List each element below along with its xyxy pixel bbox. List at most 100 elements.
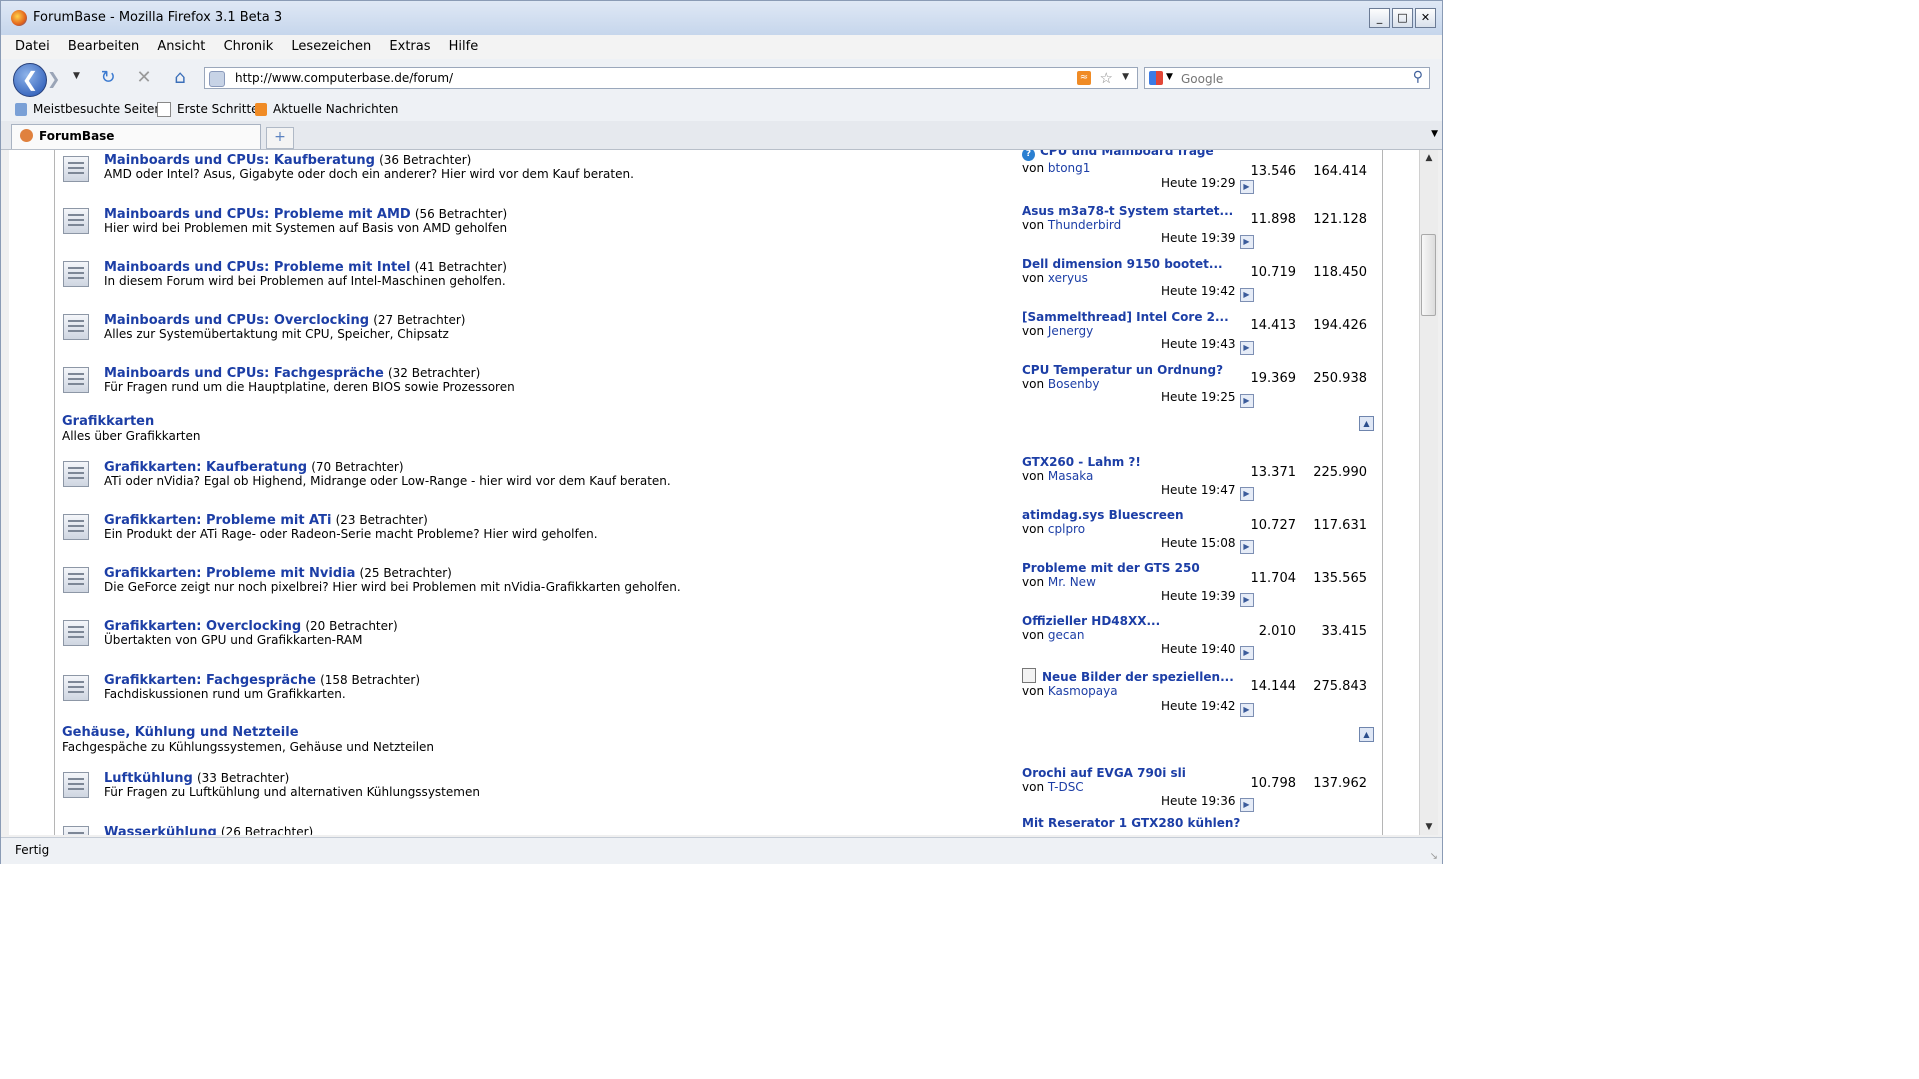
by-label: von <box>1022 377 1045 391</box>
search-icon[interactable]: ⚲ <box>1413 69 1423 85</box>
close-button[interactable]: ✕ <box>1415 8 1436 28</box>
last-post-user[interactable]: Thunderbird <box>1048 218 1121 232</box>
last-post-user[interactable]: btong1 <box>1048 161 1091 175</box>
scrollbar-thumb[interactable] <box>1421 234 1436 316</box>
url-text[interactable]: http://www.computerbase.de/forum/ <box>235 70 453 86</box>
scroll-up-arrow-icon[interactable]: ▲ <box>1420 150 1438 166</box>
last-post-user[interactable]: Mr. New <box>1048 575 1096 589</box>
last-post-user[interactable]: xeryus <box>1048 271 1088 285</box>
search-input[interactable] <box>1179 69 1403 89</box>
forum-status-icon <box>63 314 89 340</box>
search-engine-dropdown-icon[interactable]: ▼ <box>1166 72 1173 82</box>
scroll-down-arrow-icon[interactable]: ▼ <box>1420 819 1438 835</box>
last-post-link[interactable]: atimdag.sys Bluescreen <box>1022 508 1184 522</box>
by-label: von <box>1022 684 1045 698</box>
url-dropdown-icon[interactable]: ▼ <box>1122 72 1129 82</box>
window-title: ForumBase - Mozilla Firefox 3.1 Beta 3 <box>33 10 283 25</box>
history-dropdown-icon[interactable]: ▼ <box>73 71 80 81</box>
resize-grip-icon[interactable]: ↘ <box>1430 851 1438 862</box>
last-post-user[interactable]: Kasmopaya <box>1048 684 1118 698</box>
rss-feed-icon[interactable]: ≈ <box>1077 71 1091 85</box>
last-post-link[interactable]: GTX260 - Lahm ?! <box>1022 455 1141 469</box>
forum-title-link[interactable]: Grafikkarten: Overclocking <box>104 619 301 634</box>
vertical-scrollbar[interactable]: ▲ ▼ <box>1419 150 1438 835</box>
go-to-last-post-icon[interactable]: ▶ <box>1239 540 1254 554</box>
reload-icon[interactable]: ↻ <box>97 67 119 89</box>
forum-title-link[interactable]: Grafikkarten: Fachgespräche <box>104 673 316 688</box>
forum-title-link[interactable]: Grafikkarten: Probleme mit Nvidia <box>104 566 355 581</box>
go-to-last-post-icon[interactable]: ▶ <box>1239 487 1254 501</box>
last-post-link[interactable]: [Sammelthread] Intel Core 2... <box>1022 310 1229 324</box>
forum-title-link[interactable]: Grafikkarten: Probleme mit ATi <box>104 513 331 528</box>
search-bar[interactable]: ▼ ⚲ <box>1144 67 1430 89</box>
go-to-last-post-icon[interactable]: ▶ <box>1239 798 1254 812</box>
menu-datei[interactable]: Datei <box>15 35 50 59</box>
bookmark-erste-schritte[interactable]: Erste Schritte <box>157 101 259 117</box>
viewer-count: (33 Betrachter) <box>196 771 290 785</box>
last-post-link[interactable]: CPU und Mainboard frage <box>1040 150 1214 158</box>
go-to-last-post-icon[interactable]: ▶ <box>1239 180 1254 194</box>
forum-title-link[interactable]: Mainboards und CPUs: Kaufberatung <box>104 153 375 168</box>
go-to-last-post-icon[interactable]: ▶ <box>1239 341 1254 355</box>
last-post-user[interactable]: Bosenby <box>1048 377 1100 391</box>
collapse-category-icon[interactable]: ▲ <box>1359 727 1374 742</box>
last-post-link[interactable]: Neue Bilder der speziellen... <box>1042 670 1234 684</box>
stop-icon[interactable]: ✕ <box>133 67 155 89</box>
last-post-user[interactable]: Jenergy <box>1048 324 1093 338</box>
last-post-time: Heute 19:47 <box>1161 483 1236 497</box>
category-title-link[interactable]: Grafikkarten <box>62 414 201 429</box>
last-post-user[interactable]: cplpro <box>1048 522 1085 536</box>
viewer-count: (27 Betrachter) <box>373 313 466 327</box>
go-to-last-post-icon[interactable]: ▶ <box>1239 703 1254 717</box>
go-to-last-post-icon[interactable]: ▶ <box>1239 394 1254 408</box>
menu-lesezeichen[interactable]: Lesezeichen <box>291 35 371 59</box>
category-title-link[interactable]: Gehäuse, Kühlung und Netzteile <box>62 725 434 740</box>
last-post-user[interactable]: T-DSC <box>1048 780 1084 794</box>
forum-title-link[interactable]: Wasserkühlung <box>104 825 217 835</box>
forum-title-link[interactable]: Luftkühlung <box>104 771 193 786</box>
forum-description: Ein Produkt der ATi Rage- oder Radeon-Se… <box>104 527 598 541</box>
menu-chronik[interactable]: Chronik <box>224 35 274 59</box>
last-post-user[interactable]: gecan <box>1048 628 1085 642</box>
site-identity-icon[interactable] <box>209 71 225 87</box>
post-count: 275.843 <box>1313 679 1367 694</box>
menu-ansicht[interactable]: Ansicht <box>157 35 205 59</box>
menu-hilfe[interactable]: Hilfe <box>449 35 479 59</box>
maximize-button[interactable]: □ <box>1392 8 1413 28</box>
go-to-last-post-icon[interactable]: ▶ <box>1239 646 1254 660</box>
bookmark-meistbesuchte[interactable]: Meistbesuchte Seiten <box>15 101 162 117</box>
go-to-last-post-icon[interactable]: ▶ <box>1239 288 1254 302</box>
minimize-button[interactable]: _ <box>1369 8 1390 28</box>
last-post-link[interactable]: Orochi auf EVGA 790i sli <box>1022 766 1186 780</box>
new-tab-button[interactable]: + <box>266 127 294 149</box>
last-post-link[interactable]: Mit Reserator 1 GTX280 kühlen? <box>1022 816 1240 830</box>
viewer-count: (70 Betrachter) <box>311 460 404 474</box>
forum-title-link[interactable]: Mainboards und CPUs: Fachgespräche <box>104 366 384 381</box>
bookmark-star-icon[interactable]: ☆ <box>1100 69 1113 87</box>
tab-list-dropdown-icon[interactable]: ▼ <box>1431 129 1438 139</box>
home-icon[interactable]: ⌂ <box>169 67 191 89</box>
tab-forumbase[interactable]: ForumBase <box>11 124 261 149</box>
go-to-last-post-icon[interactable]: ▶ <box>1239 235 1254 249</box>
google-engine-icon[interactable] <box>1149 71 1163 85</box>
forward-button[interactable]: ❯ <box>47 69 69 89</box>
menu-extras[interactable]: Extras <box>389 35 430 59</box>
forum-title-link[interactable]: Mainboards und CPUs: Probleme mit Intel <box>104 260 411 275</box>
last-post-link[interactable]: Dell dimension 9150 bootet... <box>1022 257 1223 271</box>
last-post-link[interactable]: Asus m3a78-t System startet... <box>1022 204 1233 218</box>
forum-title-link[interactable]: Mainboards und CPUs: Overclocking <box>104 313 369 328</box>
back-button[interactable]: ❮ <box>13 63 47 97</box>
last-post-link[interactable]: CPU Temperatur un Ordnung? <box>1022 363 1223 377</box>
thread-count: 10.798 <box>1250 776 1297 791</box>
last-post-link[interactable]: Probleme mit der GTS 250 <box>1022 561 1200 575</box>
bookmark-aktuelle-nachrichten[interactable]: Aktuelle Nachrichten <box>255 101 398 117</box>
last-post-user[interactable]: Masaka <box>1048 469 1093 483</box>
forum-title-link[interactable]: Grafikkarten: Kaufberatung <box>104 460 307 475</box>
last-post-link[interactable]: Offizieller HD48XX... <box>1022 614 1160 628</box>
forum-row: Mainboards und CPUs: Probleme mit Intel … <box>55 257 1382 311</box>
url-bar[interactable]: http://www.computerbase.de/forum/ ≈ ☆ ▼ <box>204 67 1138 89</box>
forum-title-link[interactable]: Mainboards und CPUs: Probleme mit AMD <box>104 207 411 222</box>
go-to-last-post-icon[interactable]: ▶ <box>1239 593 1254 607</box>
menu-bearbeiten[interactable]: Bearbeiten <box>68 35 139 59</box>
collapse-category-icon[interactable]: ▲ <box>1359 416 1374 431</box>
